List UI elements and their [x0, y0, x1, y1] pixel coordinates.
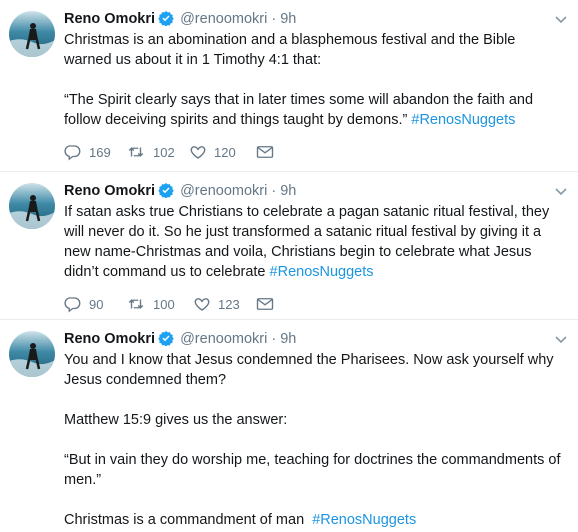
message-icon — [256, 298, 274, 310]
retweet-count: 102 — [153, 144, 175, 160]
like-icon — [190, 146, 206, 159]
tweet-paragraph: If satan asks true Christians to celebra… — [64, 202, 564, 282]
author-handle[interactable]: @renoomokri — [180, 183, 267, 199]
retweet-button[interactable]: 100 — [126, 295, 189, 313]
chevron-down-icon[interactable] — [554, 184, 568, 202]
chevron-down-icon[interactable] — [554, 12, 568, 30]
reply-icon — [64, 145, 81, 161]
author-name[interactable]: Reno Omokri — [64, 331, 155, 347]
like-button[interactable]: 120 — [189, 143, 256, 161]
reply-button[interactable]: 90 — [64, 295, 126, 313]
separator-dot: · — [271, 11, 277, 27]
hashtag-link[interactable]: #RenosNuggets — [411, 112, 515, 128]
like-icon — [194, 298, 210, 311]
retweet-icon — [128, 299, 144, 309]
tweet-paragraph: You and I know that Jesus condemned the … — [64, 352, 554, 388]
tweet-text: You and I know that Jesus condemned the … — [64, 350, 564, 530]
timestamp[interactable]: 9h — [280, 11, 296, 27]
reply-count: 169 — [89, 144, 111, 160]
tweet-header: Reno Omokri @renoomokri · 9h — [64, 329, 564, 349]
separator-dot: · — [271, 183, 277, 199]
hashtag-link[interactable]: #RenosNuggets — [270, 264, 374, 280]
hashtag-link[interactable]: #RenosNuggets — [312, 512, 416, 528]
reply-icon — [64, 297, 81, 313]
tweet-text-span: Christmas is a commandment of man — [64, 512, 305, 528]
avatar[interactable] — [9, 11, 55, 57]
tweet-paragraph: “But in vain they do worship me, teachin… — [64, 452, 561, 488]
author-handle[interactable]: @renoomokri — [180, 11, 267, 27]
timeline: Reno Omokri @renoomokri · 9h Christmas i… — [0, 0, 578, 532]
tweet-text: Christmas is an abomination and a blasph… — [64, 30, 564, 130]
tweet[interactable]: Reno Omokri @renoomokri · 9h If satan as… — [0, 172, 578, 320]
tweet-paragraph: Christmas is a commandment of man #Renos… — [64, 510, 564, 530]
reply-count: 90 — [89, 296, 104, 312]
tweet-paragraph: Matthew 15:9 gives us the answer: — [64, 412, 288, 428]
tweet-actions: 90 100 123 — [64, 294, 564, 314]
tweet-paragraph: “The Spirit clearly says that in later t… — [64, 90, 564, 130]
verified-badge-icon — [158, 10, 174, 32]
tweet-header: Reno Omokri @renoomokri · 9h — [64, 9, 564, 29]
retweet-icon — [128, 147, 144, 157]
chevron-down-icon[interactable] — [554, 332, 568, 350]
tweet[interactable]: Reno Omokri @renoomokri · 9h Christmas i… — [0, 0, 578, 172]
message-icon — [256, 146, 274, 158]
separator-dot: · — [271, 331, 277, 347]
verified-badge-icon — [158, 182, 174, 204]
tweet-header: Reno Omokri @renoomokri · 9h — [64, 181, 564, 201]
tweet[interactable]: Reno Omokri @renoomokri · 9h You and I k… — [0, 320, 578, 532]
like-count: 120 — [214, 144, 236, 160]
timestamp[interactable]: 9h — [280, 183, 296, 199]
tweet-text: If satan asks true Christians to celebra… — [64, 202, 564, 282]
retweet-count: 100 — [153, 296, 175, 312]
verified-badge-icon — [158, 330, 174, 352]
retweet-button[interactable]: 102 — [126, 143, 189, 161]
author-handle[interactable]: @renoomokri — [180, 331, 267, 347]
like-button[interactable]: 123 — [193, 295, 256, 313]
author-name[interactable]: Reno Omokri — [64, 11, 155, 27]
author-name[interactable]: Reno Omokri — [64, 183, 155, 199]
timestamp[interactable]: 9h — [280, 331, 296, 347]
direct-message-button[interactable] — [256, 144, 274, 160]
direct-message-button[interactable] — [256, 296, 274, 312]
tweet-actions: 169 102 120 — [64, 142, 564, 162]
avatar[interactable] — [9, 183, 55, 229]
tweet-paragraph: Christmas is an abomination and a blasph… — [64, 32, 516, 68]
like-count: 123 — [218, 296, 240, 312]
reply-button[interactable]: 169 — [64, 143, 126, 161]
avatar[interactable] — [9, 331, 55, 377]
